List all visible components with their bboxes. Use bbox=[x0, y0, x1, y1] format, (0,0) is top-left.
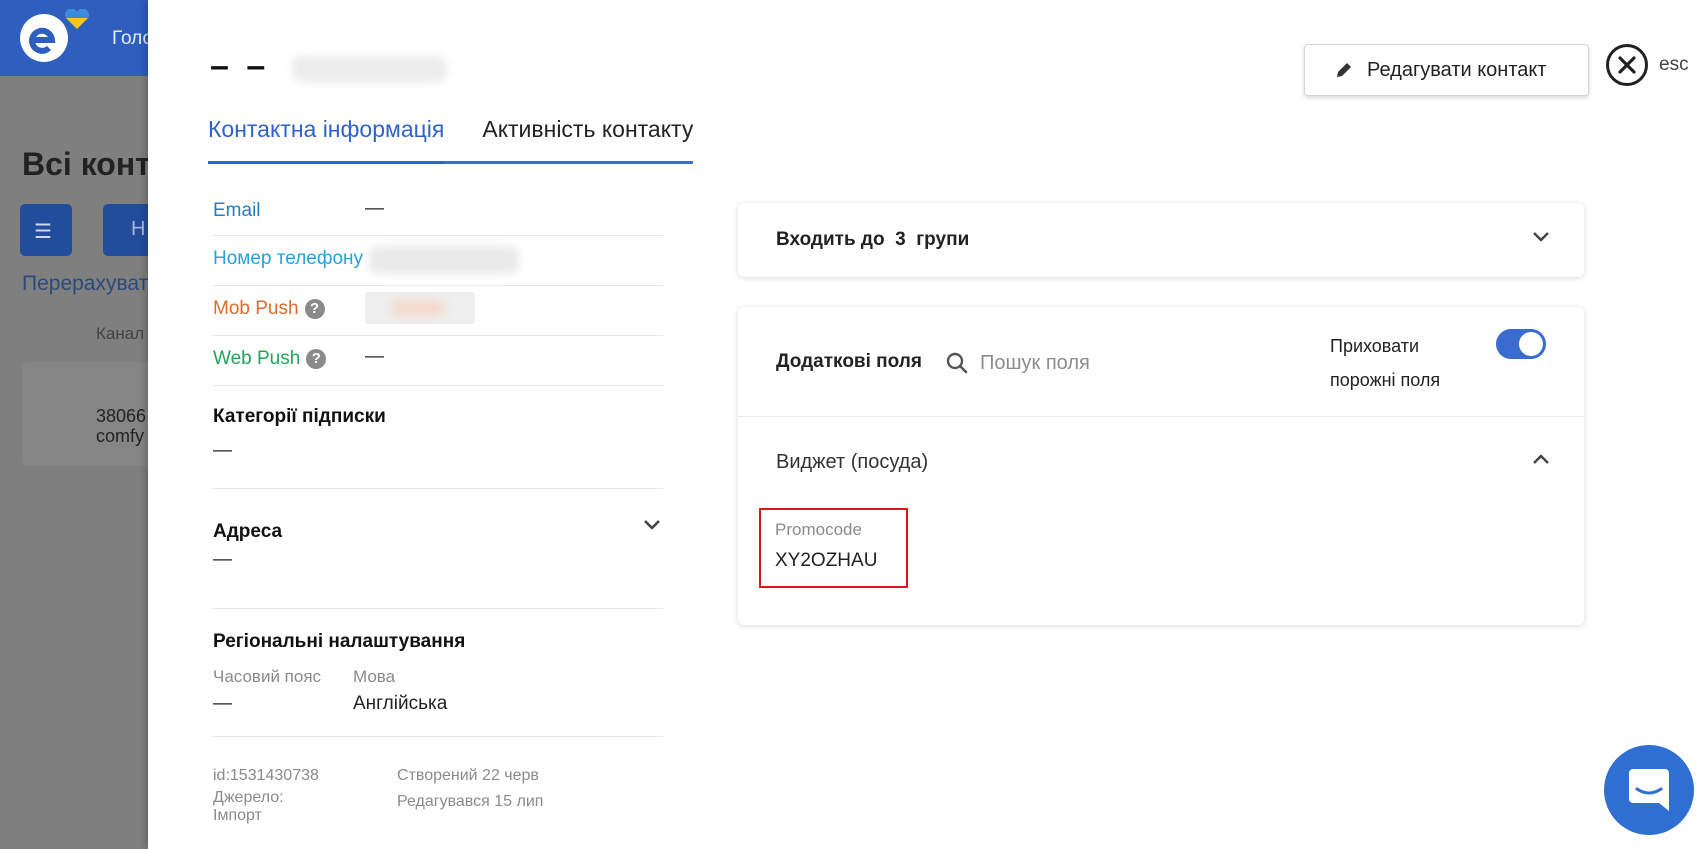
search-icon bbox=[946, 352, 968, 374]
mob-push-row: Mob Push? bbox=[213, 286, 663, 336]
list-icon: ☰ bbox=[34, 221, 52, 243]
language-label: Мова bbox=[353, 667, 396, 686]
promocode-label: Promocode bbox=[775, 520, 862, 539]
field-search bbox=[946, 345, 1276, 381]
contact-meta: id:1531430738 Джерело: Імпорт Створений … bbox=[213, 737, 663, 825]
hide-empty-toggle[interactable] bbox=[1496, 329, 1546, 359]
timezone-field: Часовий пояс — bbox=[213, 667, 353, 715]
subscription-section: Категорії підписки — bbox=[213, 386, 663, 489]
heart-icon bbox=[65, 9, 89, 29]
email-row: Email — bbox=[213, 188, 663, 236]
subscription-title: Категорії підписки bbox=[213, 406, 386, 427]
chevron-down-icon[interactable] bbox=[643, 519, 661, 531]
regional-section: Регіональні налаштування Часовий пояс — … bbox=[213, 609, 663, 737]
contact-tabs: Контактна інформація Активність контакту bbox=[208, 110, 694, 164]
contact-name-redacted bbox=[292, 56, 447, 82]
edit-contact-button[interactable]: Редагувати контакт bbox=[1304, 44, 1589, 96]
hide-empty-label-line1: Приховати bbox=[1330, 336, 1420, 356]
web-push-row: Web Push? — bbox=[213, 336, 663, 386]
language-value: Англійська bbox=[353, 693, 448, 714]
chevron-down-icon[interactable] bbox=[1532, 231, 1550, 243]
page-title: Всі конта bbox=[22, 146, 169, 182]
edited-date: Редагувався 15 лип bbox=[397, 793, 544, 810]
web-push-label: Web Push bbox=[213, 348, 301, 369]
address-section[interactable]: Адреса — bbox=[213, 489, 663, 609]
hide-empty-label-line2: порожні поля bbox=[1330, 370, 1441, 390]
channel-column-header: Канал bbox=[96, 324, 145, 343]
phone-value-redacted[interactable] bbox=[369, 246, 519, 274]
timezone-label: Часовий пояс bbox=[213, 667, 322, 686]
chevron-up-icon[interactable] bbox=[1532, 453, 1550, 465]
list-view-button[interactable]: ☰ bbox=[20, 204, 72, 256]
additional-fields-title: Додаткові поля bbox=[776, 351, 922, 372]
toggle-knob bbox=[1519, 332, 1543, 356]
meta-left: id:1531430738 Джерело: Імпорт bbox=[213, 763, 397, 825]
email-label: Email bbox=[213, 200, 261, 221]
address-value: — bbox=[213, 549, 232, 570]
card-email: comfy bbox=[96, 426, 145, 446]
web-push-label-wrap: Web Push? bbox=[213, 348, 327, 370]
field-search-input[interactable] bbox=[980, 351, 1260, 375]
promocode-value: XY2OZHAU bbox=[775, 550, 878, 571]
subscription-value: — bbox=[213, 440, 232, 461]
groups-card[interactable]: Входить до 3 групи bbox=[738, 203, 1584, 277]
tab-contact-info[interactable]: Контактна інформація bbox=[208, 110, 445, 164]
mob-push-value-redacted bbox=[365, 292, 475, 324]
header-nav-label[interactable]: Голо bbox=[112, 28, 153, 50]
web-push-value: — bbox=[365, 346, 384, 367]
hide-empty-label: Приховати порожні поля bbox=[1330, 329, 1470, 397]
source-value: Імпорт bbox=[213, 807, 262, 824]
timezone-value: — bbox=[213, 693, 232, 714]
mob-push-label-wrap: Mob Push? bbox=[213, 298, 325, 320]
pencil-icon bbox=[1337, 63, 1351, 77]
contact-id: id:1531430738 bbox=[213, 767, 319, 784]
promocode-field[interactable]: Promocode XY2OZHAU bbox=[759, 508, 908, 588]
regional-title: Регіональні налаштування bbox=[213, 631, 466, 652]
contact-info-column: Email — Номер телефону Mob Push? Web Pus… bbox=[213, 188, 663, 825]
edit-contact-label: Редагувати контакт bbox=[1367, 58, 1547, 81]
language-field: Мова Англійська bbox=[353, 667, 447, 715]
mob-push-label: Mob Push bbox=[213, 298, 299, 319]
regional-fields: Часовий пояс — Мова Англійська bbox=[213, 667, 663, 715]
close-icon bbox=[1618, 56, 1636, 74]
chat-icon bbox=[1629, 769, 1669, 811]
help-icon[interactable]: ? bbox=[306, 348, 327, 369]
additional-fields-card: Додаткові поля Приховати порожні поля Ви… bbox=[738, 307, 1584, 625]
additional-fields-header: Додаткові поля Приховати порожні поля bbox=[738, 307, 1584, 417]
source-label: Джерело: bbox=[213, 789, 284, 806]
esc-hint: esc bbox=[1659, 54, 1689, 75]
email-value[interactable]: — bbox=[365, 198, 384, 220]
recount-link[interactable]: Перерахуват bbox=[22, 272, 148, 296]
chat-launcher-button[interactable] bbox=[1604, 745, 1694, 835]
contact-name: – – bbox=[210, 47, 270, 85]
meta-right: Створений 22 черв Редагувався 15 лип bbox=[397, 763, 543, 825]
created-date: Створений 22 черв bbox=[397, 767, 539, 784]
phone-row: Номер телефону bbox=[213, 236, 663, 286]
help-icon[interactable]: ? bbox=[304, 298, 325, 319]
widget-section-header[interactable]: Виджет (посуда) bbox=[738, 417, 1584, 509]
tab-contact-activity[interactable]: Активність контакту bbox=[482, 110, 693, 161]
groups-count: Входить до 3 групи bbox=[776, 229, 970, 250]
widget-title: Виджет (посуда) bbox=[776, 451, 929, 473]
phone-label: Номер телефону bbox=[213, 248, 364, 269]
close-button[interactable] bbox=[1606, 44, 1648, 86]
card-phone: 38066 bbox=[96, 406, 147, 426]
logo-icon[interactable] bbox=[20, 14, 68, 62]
address-title: Адреса bbox=[213, 521, 283, 542]
